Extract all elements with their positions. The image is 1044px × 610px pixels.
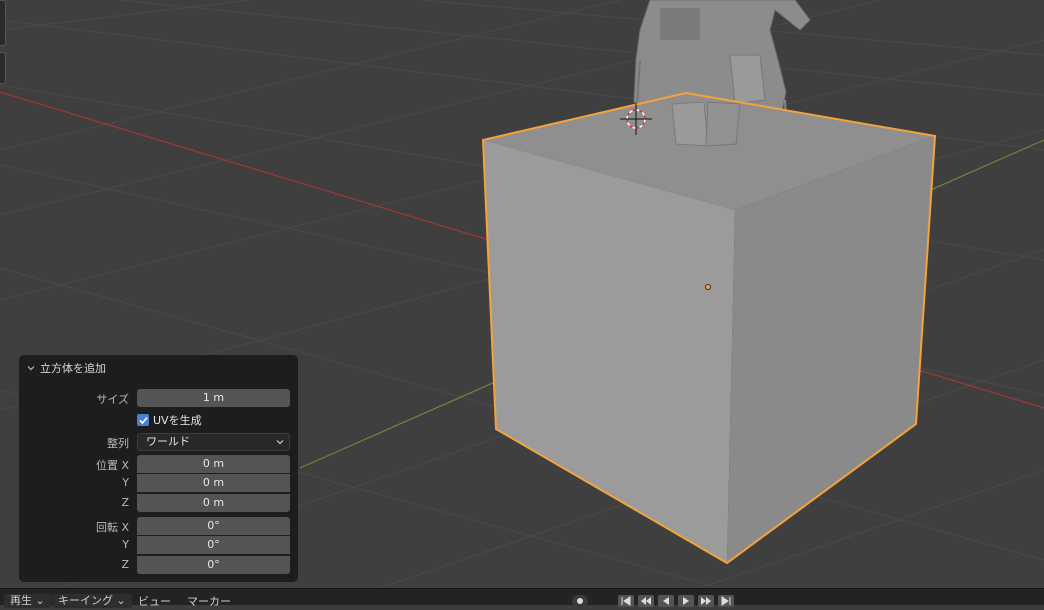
- operator-panel-add-cube: 立方体を追加 サイズ 1 m UVを生成 整列 ワールド 位置 X 0 m Y …: [19, 355, 298, 582]
- jump-start-icon: [621, 596, 631, 606]
- align-dropdown[interactable]: ワールド: [137, 433, 290, 451]
- rotation-x-row: 回転 X 0°: [19, 517, 298, 535]
- size-field[interactable]: 1 m: [137, 389, 290, 407]
- generate-uv-label: UVを生成: [153, 414, 202, 427]
- rotation-y-row: Y 0°: [19, 536, 298, 554]
- rotation-y-label: Y: [122, 538, 129, 551]
- keying-menu-label: キーイング: [58, 594, 113, 607]
- toolbar-tab-top[interactable]: [0, 0, 6, 46]
- location-z-row: Z 0 m: [19, 494, 298, 512]
- location-x-label: 位置 X: [95, 459, 129, 472]
- chevron-down-icon: [276, 440, 284, 445]
- rotation-z-row: Z 0°: [19, 556, 298, 574]
- timeline-header: 再生 ⌄ キーイング ⌄ ビュー マーカー: [0, 588, 1044, 608]
- rotation-z-label: Z: [121, 558, 129, 571]
- selected-cube[interactable]: [481, 91, 937, 565]
- 3d-viewport[interactable]: 立方体を追加 サイズ 1 m UVを生成 整列 ワールド 位置 X 0 m Y …: [0, 0, 1044, 588]
- chevron-down-icon: ⌄: [35, 594, 45, 607]
- rotation-x-field[interactable]: 0°: [137, 517, 290, 535]
- location-x-row: 位置 X 0 m: [19, 455, 298, 473]
- location-y-row: Y 0 m: [19, 474, 298, 492]
- location-y-field[interactable]: 0 m: [137, 474, 290, 492]
- keying-menu[interactable]: キーイング ⌄: [52, 594, 132, 608]
- jump-end-button[interactable]: [718, 595, 734, 607]
- operator-panel-title: 立方体を追加: [40, 362, 106, 375]
- location-y-label: Y: [122, 476, 129, 489]
- rotation-z-field[interactable]: 0°: [137, 556, 290, 574]
- toolbar-tab-bottom[interactable]: [0, 52, 6, 84]
- size-row: サイズ 1 m: [19, 389, 298, 407]
- align-label: 整列: [107, 437, 129, 450]
- align-row: 整列 ワールド: [19, 433, 298, 451]
- prev-keyframe-button[interactable]: [638, 595, 654, 607]
- generate-uv-toggle[interactable]: UVを生成: [137, 412, 202, 428]
- play-reverse-button[interactable]: [658, 595, 674, 607]
- next-keyframe-button[interactable]: [698, 595, 714, 607]
- rotation-x-label: 回転 X: [95, 521, 129, 534]
- prev-keyframe-icon: [641, 597, 651, 605]
- size-label: サイズ: [96, 393, 129, 406]
- generate-uv-checkbox[interactable]: [137, 414, 149, 426]
- next-keyframe-icon: [701, 597, 711, 605]
- origin-point-icon: [705, 283, 712, 290]
- rotation-y-field[interactable]: 0°: [137, 536, 290, 554]
- play-reverse-icon: [663, 597, 669, 605]
- play-button[interactable]: [678, 595, 694, 607]
- play-icon: [683, 597, 689, 605]
- checkmark-icon: [138, 416, 148, 424]
- record-icon: [577, 598, 583, 604]
- marker-menu[interactable]: マーカー: [187, 595, 231, 609]
- operator-panel-header[interactable]: 立方体を追加: [27, 361, 106, 375]
- jump-start-button[interactable]: [618, 595, 634, 607]
- playback-menu-label: 再生: [10, 594, 32, 607]
- chevron-down-icon: [27, 366, 35, 371]
- playback-menu[interactable]: 再生 ⌄: [4, 594, 51, 608]
- jump-end-icon: [721, 596, 731, 606]
- view-menu[interactable]: ビュー: [138, 595, 171, 609]
- record-button[interactable]: [572, 595, 588, 607]
- align-value: ワールド: [146, 435, 190, 448]
- location-x-field[interactable]: 0 m: [137, 455, 290, 473]
- location-z-label: Z: [121, 496, 129, 509]
- location-z-field[interactable]: 0 m: [137, 494, 290, 512]
- chevron-down-icon: ⌄: [116, 594, 126, 607]
